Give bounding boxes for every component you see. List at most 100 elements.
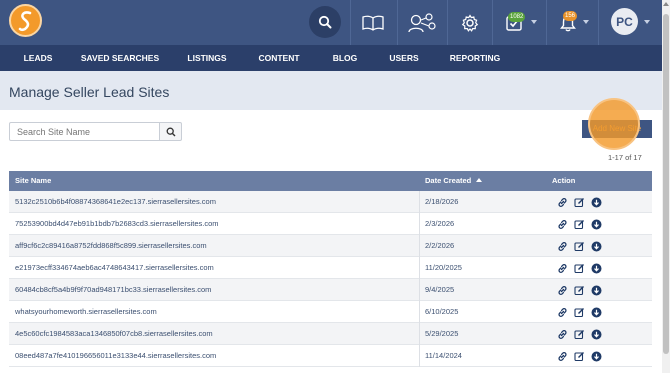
scrollbar[interactable]	[662, 0, 670, 373]
nav-item-saved-searches[interactable]: SAVED SEARCHES	[80, 45, 160, 71]
column-divider	[419, 301, 420, 323]
edit-icon[interactable]	[573, 306, 585, 318]
column-divider	[419, 345, 420, 367]
link-icon[interactable]	[556, 240, 568, 252]
link-icon[interactable]	[556, 262, 568, 274]
page-title: Manage Seller Lead Sites	[9, 84, 170, 100]
chevron-down-icon[interactable]	[583, 20, 589, 24]
download-icon[interactable]	[590, 262, 602, 274]
search-input[interactable]	[9, 122, 160, 141]
date-created-cell: 2/3/2026	[425, 219, 455, 228]
column-divider	[419, 257, 420, 279]
column-divider	[419, 235, 420, 257]
nav-item-listings[interactable]: LISTINGS	[182, 45, 232, 71]
download-icon[interactable]	[590, 240, 602, 252]
column-divider	[419, 191, 420, 213]
link-icon[interactable]	[556, 306, 568, 318]
sort-asc-icon	[476, 178, 483, 182]
table-row: 4e5c60cfc1984583aca1346850f07cb8.sierras…	[9, 323, 652, 345]
edit-icon[interactable]	[573, 218, 585, 230]
link-icon[interactable]	[556, 218, 568, 230]
top-bar: 1082 156 PC	[0, 0, 662, 45]
divider	[492, 0, 493, 45]
avatar[interactable]: PC	[611, 8, 638, 35]
chevron-down-icon[interactable]	[644, 20, 650, 24]
tasks-badge: 1082	[508, 12, 526, 22]
table-row: 75253900bd4d47eb91b1bdb7b2683cd3.sierras…	[9, 213, 652, 235]
column-action: Action	[552, 176, 576, 185]
link-icon[interactable]	[556, 196, 568, 208]
row-actions	[556, 306, 602, 318]
table-row: 08eed487a7fe410196656011e3133e44.sierras…	[9, 345, 652, 367]
site-name-cell[interactable]: e21973ecff334674aeb6ac4748643417.sierras…	[15, 257, 214, 279]
row-actions	[556, 284, 602, 296]
column-divider	[419, 323, 420, 345]
scroll-up-icon[interactable]	[663, 2, 669, 6]
scroll-thumb[interactable]	[663, 14, 669, 354]
nav-item-reporting[interactable]: REPORTING	[444, 45, 506, 71]
date-created-cell: 9/4/2025	[425, 285, 455, 294]
sites-table: Site Name Date Created Action 5132c2510b…	[9, 171, 652, 367]
download-icon[interactable]	[590, 284, 602, 296]
site-name-cell[interactable]: whatsyourhomeworth.sierrasellersites.com	[15, 301, 157, 323]
table-row: e21973ecff334674aeb6ac4748643417.sierras…	[9, 257, 652, 279]
people-network-icon[interactable]	[407, 0, 437, 45]
search-button[interactable]	[159, 122, 182, 141]
search-icon[interactable]	[309, 6, 341, 38]
column-divider	[419, 279, 420, 301]
nav-item-leads[interactable]: LEADS	[16, 45, 60, 71]
date-created-cell: 11/14/2024	[425, 351, 462, 360]
chevron-down-icon[interactable]	[531, 20, 537, 24]
download-icon[interactable]	[590, 328, 602, 340]
nav-item-users[interactable]: USERS	[384, 45, 424, 71]
table-row: whatsyourhomeworth.sierrasellersites.com…	[9, 301, 652, 323]
sierra-logo[interactable]	[9, 4, 42, 37]
download-icon[interactable]	[590, 196, 602, 208]
click-highlight	[588, 98, 640, 150]
column-date-created[interactable]: Date Created	[425, 171, 483, 191]
nav-item-content[interactable]: CONTENT	[253, 45, 305, 71]
site-name-cell[interactable]: 4e5c60cfc1984583aca1346850f07cb8.sierras…	[15, 323, 213, 345]
table-row: aff9cf6c2c89416a8752fdd868f5c899.sierras…	[9, 235, 652, 257]
table-row: 60484cb8cf5a4b9f9f70ad948171bc33.sierras…	[9, 279, 652, 301]
column-divider	[419, 213, 420, 235]
table-row: 5132c2510b6b4f08874368641e2ec137.sierras…	[9, 191, 652, 213]
gear-icon[interactable]	[460, 0, 480, 45]
edit-icon[interactable]	[573, 328, 585, 340]
table-header: Site Name Date Created Action	[9, 171, 652, 191]
edit-icon[interactable]	[573, 196, 585, 208]
site-name-cell[interactable]: 5132c2510b6b4f08874368641e2ec137.sierras…	[15, 191, 216, 213]
site-name-cell[interactable]: 60484cb8cf5a4b9f9f70ad948171bc33.sierras…	[15, 279, 211, 301]
date-created-cell: 5/29/2025	[425, 329, 459, 338]
tasks-icon[interactable]	[504, 0, 524, 45]
download-icon[interactable]	[590, 218, 602, 230]
edit-icon[interactable]	[573, 284, 585, 296]
divider	[350, 0, 351, 45]
date-created-cell: 6/10/2025	[425, 307, 459, 316]
book-icon[interactable]	[360, 0, 386, 45]
date-created-cell: 2/18/2026	[425, 197, 459, 206]
row-actions	[556, 328, 602, 340]
download-icon[interactable]	[590, 306, 602, 318]
divider	[546, 0, 547, 45]
date-created-cell: 11/20/2025	[425, 263, 462, 272]
site-name-cell[interactable]: aff9cf6c2c89416a8752fdd868f5c899.sierras…	[15, 235, 207, 257]
column-site-name[interactable]: Site Name	[15, 171, 51, 191]
divider	[397, 0, 398, 45]
nav-item-blog[interactable]: BLOG	[326, 45, 364, 71]
column-date-created-label: Date Created	[425, 176, 472, 185]
bell-icon[interactable]	[558, 0, 578, 45]
edit-icon[interactable]	[573, 240, 585, 252]
divider	[598, 0, 599, 45]
site-name-cell[interactable]: 08eed487a7fe410196656011e3133e44.sierras…	[15, 345, 216, 367]
row-actions	[556, 240, 602, 252]
site-name-cell[interactable]: 75253900bd4d47eb91b1bdb7b2683cd3.sierras…	[15, 213, 219, 235]
link-icon[interactable]	[556, 328, 568, 340]
edit-icon[interactable]	[573, 262, 585, 274]
edit-icon[interactable]	[573, 350, 585, 362]
notifications-badge: 156	[563, 11, 578, 21]
table-body: 5132c2510b6b4f08874368641e2ec137.sierras…	[9, 191, 652, 367]
link-icon[interactable]	[556, 350, 568, 362]
link-icon[interactable]	[556, 284, 568, 296]
download-icon[interactable]	[590, 350, 602, 362]
